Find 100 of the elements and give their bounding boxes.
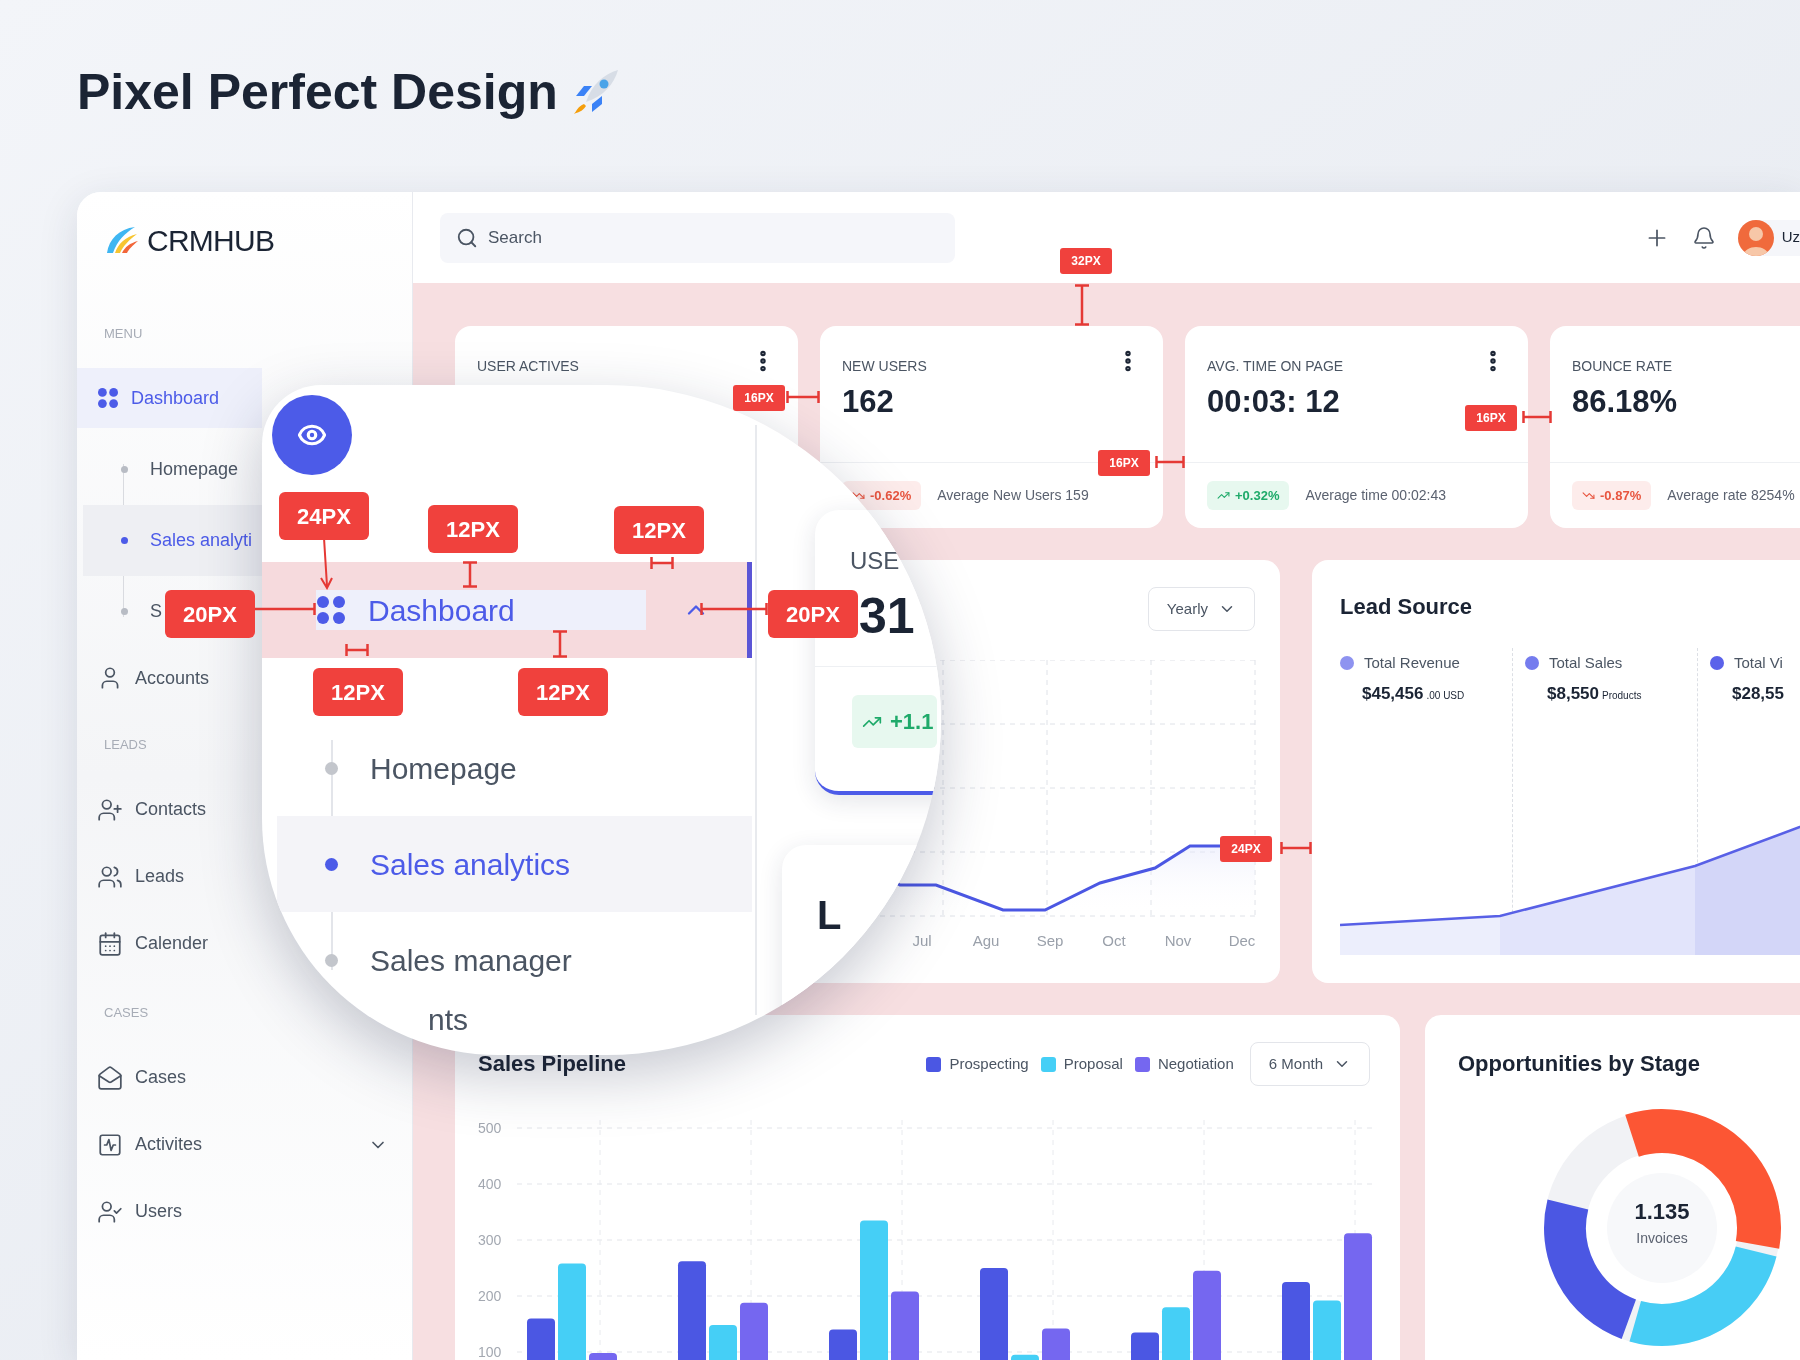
stat-title: BOUNCE RATE [1572, 357, 1673, 376]
search-icon [456, 226, 478, 249]
legend-label: Prospecting [949, 1053, 1029, 1074]
measure-marker [1280, 841, 1312, 855]
range-dropdown[interactable]: Yearly [1147, 587, 1255, 631]
spacing-label: 16PX [1098, 450, 1150, 476]
chart-bar [1162, 1307, 1190, 1360]
section-label: MENU [104, 326, 143, 341]
stat-value: 00:03: 12 [1207, 383, 1340, 421]
envelope-icon [97, 1064, 123, 1091]
menu-item[interactable]: Cases [77, 1044, 262, 1111]
menu-item[interactable]: Dashboard [316, 590, 646, 630]
measure-marker [786, 390, 820, 404]
calendar-icon [97, 930, 123, 957]
donut-label: Invoices [1636, 1229, 1688, 1248]
card-title: Lead Source [1340, 593, 1473, 621]
axis-label: 200 [478, 1288, 502, 1304]
spacing-label: 20PX [165, 590, 255, 638]
bullet-icon [121, 466, 128, 473]
spacing-label: 16PX [733, 385, 785, 411]
stat-value: $8,550 [1547, 682, 1599, 705]
user-name: Uz [1781, 227, 1800, 248]
measure-marker [1074, 284, 1090, 326]
axis-label: Nov [1164, 932, 1192, 949]
chart-bar [891, 1291, 919, 1360]
bullet-icon [325, 857, 338, 871]
card-title: Sales Pipeline [478, 1050, 626, 1078]
stat-title: AVG. TIME ON PAGE [1207, 357, 1344, 376]
search-field[interactable]: Search [440, 212, 955, 263]
grid-icon [97, 387, 119, 409]
bullet-icon [121, 608, 128, 615]
stat-value: 162 [842, 383, 894, 421]
stat-value: 86.18% [1572, 383, 1678, 421]
range-dropdown[interactable]: 6 Month [1249, 1042, 1370, 1086]
spacing-label: 20PX [768, 590, 858, 638]
stat-value: $28,55 [1732, 682, 1784, 705]
measure-marker [345, 643, 369, 657]
bullet-icon [325, 761, 338, 775]
card-title: L [817, 892, 842, 939]
card-title: Opportunities by Stage [1458, 1050, 1701, 1078]
axis-label: 300 [478, 1232, 502, 1248]
stat-note: Average rate 8254% [1667, 486, 1795, 505]
spacing-label: 24PX [1220, 836, 1272, 862]
menu-item[interactable]: Leads [77, 843, 262, 910]
chart-bar [1131, 1332, 1159, 1360]
stat-value: 31 [859, 587, 915, 646]
spacing-label: 12PX [313, 668, 403, 716]
measure-marker [1522, 410, 1552, 424]
section-label: CASES [104, 1005, 149, 1020]
spacing-label: 32PX [1060, 248, 1112, 274]
logo-icon [105, 225, 139, 255]
menu-item[interactable]: Activites [77, 1111, 412, 1178]
chart-bar [1042, 1328, 1070, 1360]
pointer-arrow [318, 538, 334, 590]
submenu-item[interactable]: Sales analytics [277, 816, 752, 912]
stat-unit: .00 USD [1426, 688, 1465, 703]
chart-bar [709, 1325, 737, 1360]
spacing-label: 12PX [614, 506, 704, 554]
measure-marker [650, 556, 674, 570]
chart-bar [1011, 1354, 1039, 1360]
stat-title: NEW USERS [842, 357, 927, 376]
spacing-label: 16PX [1465, 405, 1517, 431]
donut-total: 1.135 [1634, 1198, 1690, 1226]
avatar[interactable] [1737, 219, 1774, 256]
measure-marker [552, 630, 568, 658]
stat-unit: Products [1602, 688, 1642, 703]
page-title: Pixel Perfect Design [77, 63, 558, 122]
menu-item[interactable]: Users [77, 1178, 262, 1245]
chart-bar [589, 1353, 617, 1360]
axis-label: 400 [478, 1176, 502, 1192]
menu-item[interactable]: Contacts [77, 776, 262, 843]
measure-marker [462, 561, 478, 588]
menu-item[interactable]: Accounts [77, 647, 262, 709]
stat-title: USE [849, 546, 901, 576]
stat-value: $45,456 [1362, 682, 1424, 705]
change-badge: +0.32% [1207, 480, 1290, 511]
chart-bar [1313, 1300, 1341, 1360]
menu-item[interactable]: Dashboard [77, 368, 262, 428]
stat-title: USER ACTIVES [477, 357, 579, 376]
chart-bar [527, 1318, 555, 1360]
change-badge: -0.87% [1572, 480, 1652, 511]
bell-icon[interactable] [1691, 225, 1716, 250]
trend-down-icon [1582, 489, 1595, 502]
stat-label: Total Sales [1549, 653, 1623, 673]
measure-marker [700, 602, 768, 616]
trend-down-icon [852, 489, 865, 502]
axis-label: Agu [972, 932, 1000, 949]
submenu-item[interactable]: S [83, 576, 164, 647]
person-plus-icon [97, 796, 123, 823]
logo-text: CRMHUB [147, 222, 275, 259]
menu-item[interactable]: Calender [77, 910, 262, 977]
submenu-item[interactable]: Sales analyti [83, 505, 262, 576]
section-label: LEADS [104, 737, 147, 752]
grid-icon [316, 595, 346, 625]
axis-label: Dec [1228, 932, 1256, 949]
axis-label: Jul [912, 932, 932, 949]
trend-up-icon [1217, 489, 1230, 502]
axis-label: Sep [1036, 932, 1064, 949]
submenu-item[interactable]: Homepage [83, 434, 241, 505]
submenu-item[interactable]: Homepage [277, 720, 752, 816]
